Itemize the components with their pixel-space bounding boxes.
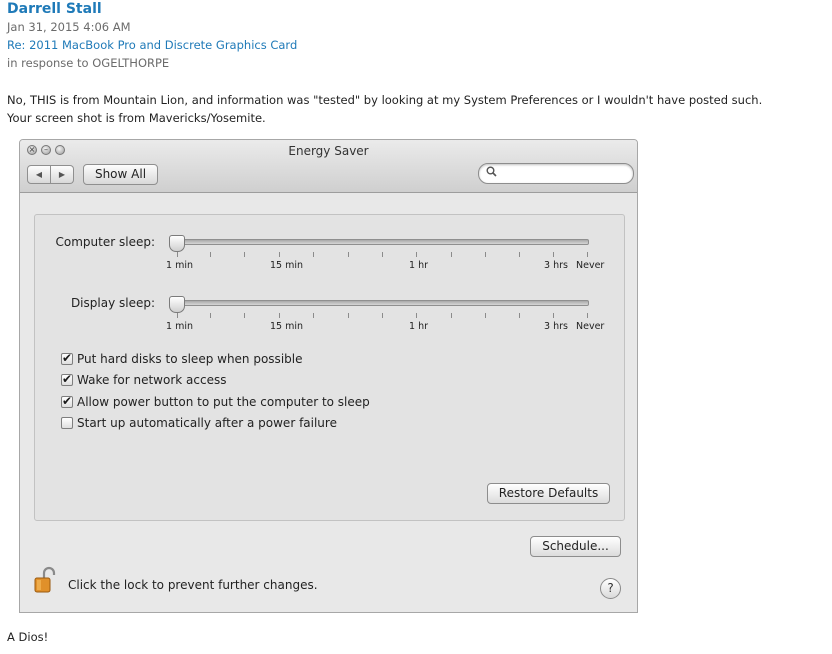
slider-tick	[279, 252, 280, 257]
tick-label: Never	[576, 260, 605, 271]
window-title: Energy Saver	[288, 144, 369, 158]
slider-tick	[210, 252, 211, 257]
tick-label: 1 hr	[409, 260, 428, 271]
computer-sleep-slider[interactable]	[176, 239, 589, 245]
tick-label: Never	[576, 321, 605, 332]
post-body-line: Your screen shot is from Mavericks/Yosem…	[7, 111, 266, 125]
slider-tick	[313, 313, 314, 318]
slider-tick	[519, 313, 520, 318]
power-button-label: Allow power button to put the computer t…	[77, 395, 370, 409]
slider-tick	[587, 313, 588, 318]
thread-link[interactable]: Re: 2011 MacBook Pro and Discrete Graphi…	[7, 36, 297, 54]
slider-tick	[313, 252, 314, 257]
hard-disks-checkbox[interactable]	[61, 351, 73, 365]
slider-tick	[485, 252, 486, 257]
slider-tick	[416, 313, 417, 318]
schedule-button[interactable]: Schedule...	[530, 536, 621, 557]
slider-tick	[244, 313, 245, 318]
slider-tick	[553, 252, 554, 257]
post-date: Jan 31, 2015 4:06 AM	[7, 20, 131, 34]
startup-auto-label: Start up automatically after a power fai…	[77, 416, 337, 430]
back-button[interactable]: ◀	[27, 165, 51, 184]
computer-sleep-thumb[interactable]	[169, 235, 185, 252]
slider-tick	[451, 313, 452, 318]
slider-tick	[553, 313, 554, 318]
hard-disks-option[interactable]: Put hard disks to sleep when possible	[61, 351, 303, 366]
slider-tick	[279, 313, 280, 318]
display-sleep-label: Display sleep:	[70, 296, 155, 310]
slider-tick	[177, 252, 178, 257]
settings-panel: Computer sleep: 1 min 15 min 1 hr 3 hrs …	[34, 214, 625, 521]
post-body: No, THIS is from Mountain Lion, and info…	[7, 91, 762, 127]
tick-label: 15 min	[270, 260, 304, 271]
post-header: Darrell Stall Jan 31, 2015 4:06 AM Re: 2…	[7, 0, 297, 72]
help-button[interactable]: ?	[600, 578, 621, 599]
post-body-line: No, THIS is from Mountain Lion, and info…	[7, 93, 763, 107]
hard-disks-label: Put hard disks to sleep when possible	[77, 352, 303, 366]
tick-label: 15 min	[270, 321, 304, 332]
show-all-button[interactable]: Show All	[83, 164, 158, 185]
tick-label: 1 min	[166, 321, 193, 332]
slider-tick	[451, 252, 452, 257]
search-icon	[486, 166, 497, 180]
lock-icon[interactable]	[32, 565, 62, 595]
display-sleep-thumb[interactable]	[169, 296, 185, 313]
slider-tick	[348, 313, 349, 318]
slider-tick	[210, 313, 211, 318]
tick-label: 3 hrs	[544, 260, 568, 271]
display-sleep-slider[interactable]	[176, 300, 589, 306]
slider-tick	[382, 252, 383, 257]
search-input[interactable]	[478, 163, 634, 184]
slider-tick	[519, 252, 520, 257]
post-signoff: A Dios!	[7, 630, 49, 644]
computer-sleep-label: Computer sleep:	[55, 235, 155, 249]
wake-network-checkbox[interactable]	[61, 372, 73, 386]
forward-button[interactable]: ▶	[51, 165, 74, 184]
startup-auto-checkbox[interactable]	[61, 417, 73, 429]
tick-label: 3 hrs	[544, 321, 568, 332]
power-button-option[interactable]: Allow power button to put the computer t…	[61, 394, 370, 409]
slider-tick	[416, 252, 417, 257]
slider-tick	[485, 313, 486, 318]
wake-network-option[interactable]: Wake for network access	[61, 372, 227, 387]
slider-tick	[348, 252, 349, 257]
energy-saver-window: × – Energy Saver ◀ ▶ Show All Computer s…	[19, 139, 638, 613]
slider-tick	[382, 313, 383, 318]
tick-label: 1 min	[166, 260, 193, 271]
lock-message: Click the lock to prevent further change…	[68, 578, 318, 592]
in-response-text: in response to OGELTHORPE	[7, 56, 170, 70]
wake-network-label: Wake for network access	[77, 373, 227, 387]
slider-tick	[244, 252, 245, 257]
startup-auto-option[interactable]: Start up automatically after a power fai…	[61, 416, 337, 430]
slider-tick	[177, 313, 178, 318]
restore-defaults-button[interactable]: Restore Defaults	[487, 483, 610, 504]
power-button-checkbox[interactable]	[61, 394, 73, 408]
window-titlebar: × – Energy Saver ◀ ▶ Show All	[20, 140, 637, 193]
author-name[interactable]: Darrell Stall	[7, 0, 297, 18]
slider-tick	[587, 252, 588, 257]
tick-label: 1 hr	[409, 321, 428, 332]
